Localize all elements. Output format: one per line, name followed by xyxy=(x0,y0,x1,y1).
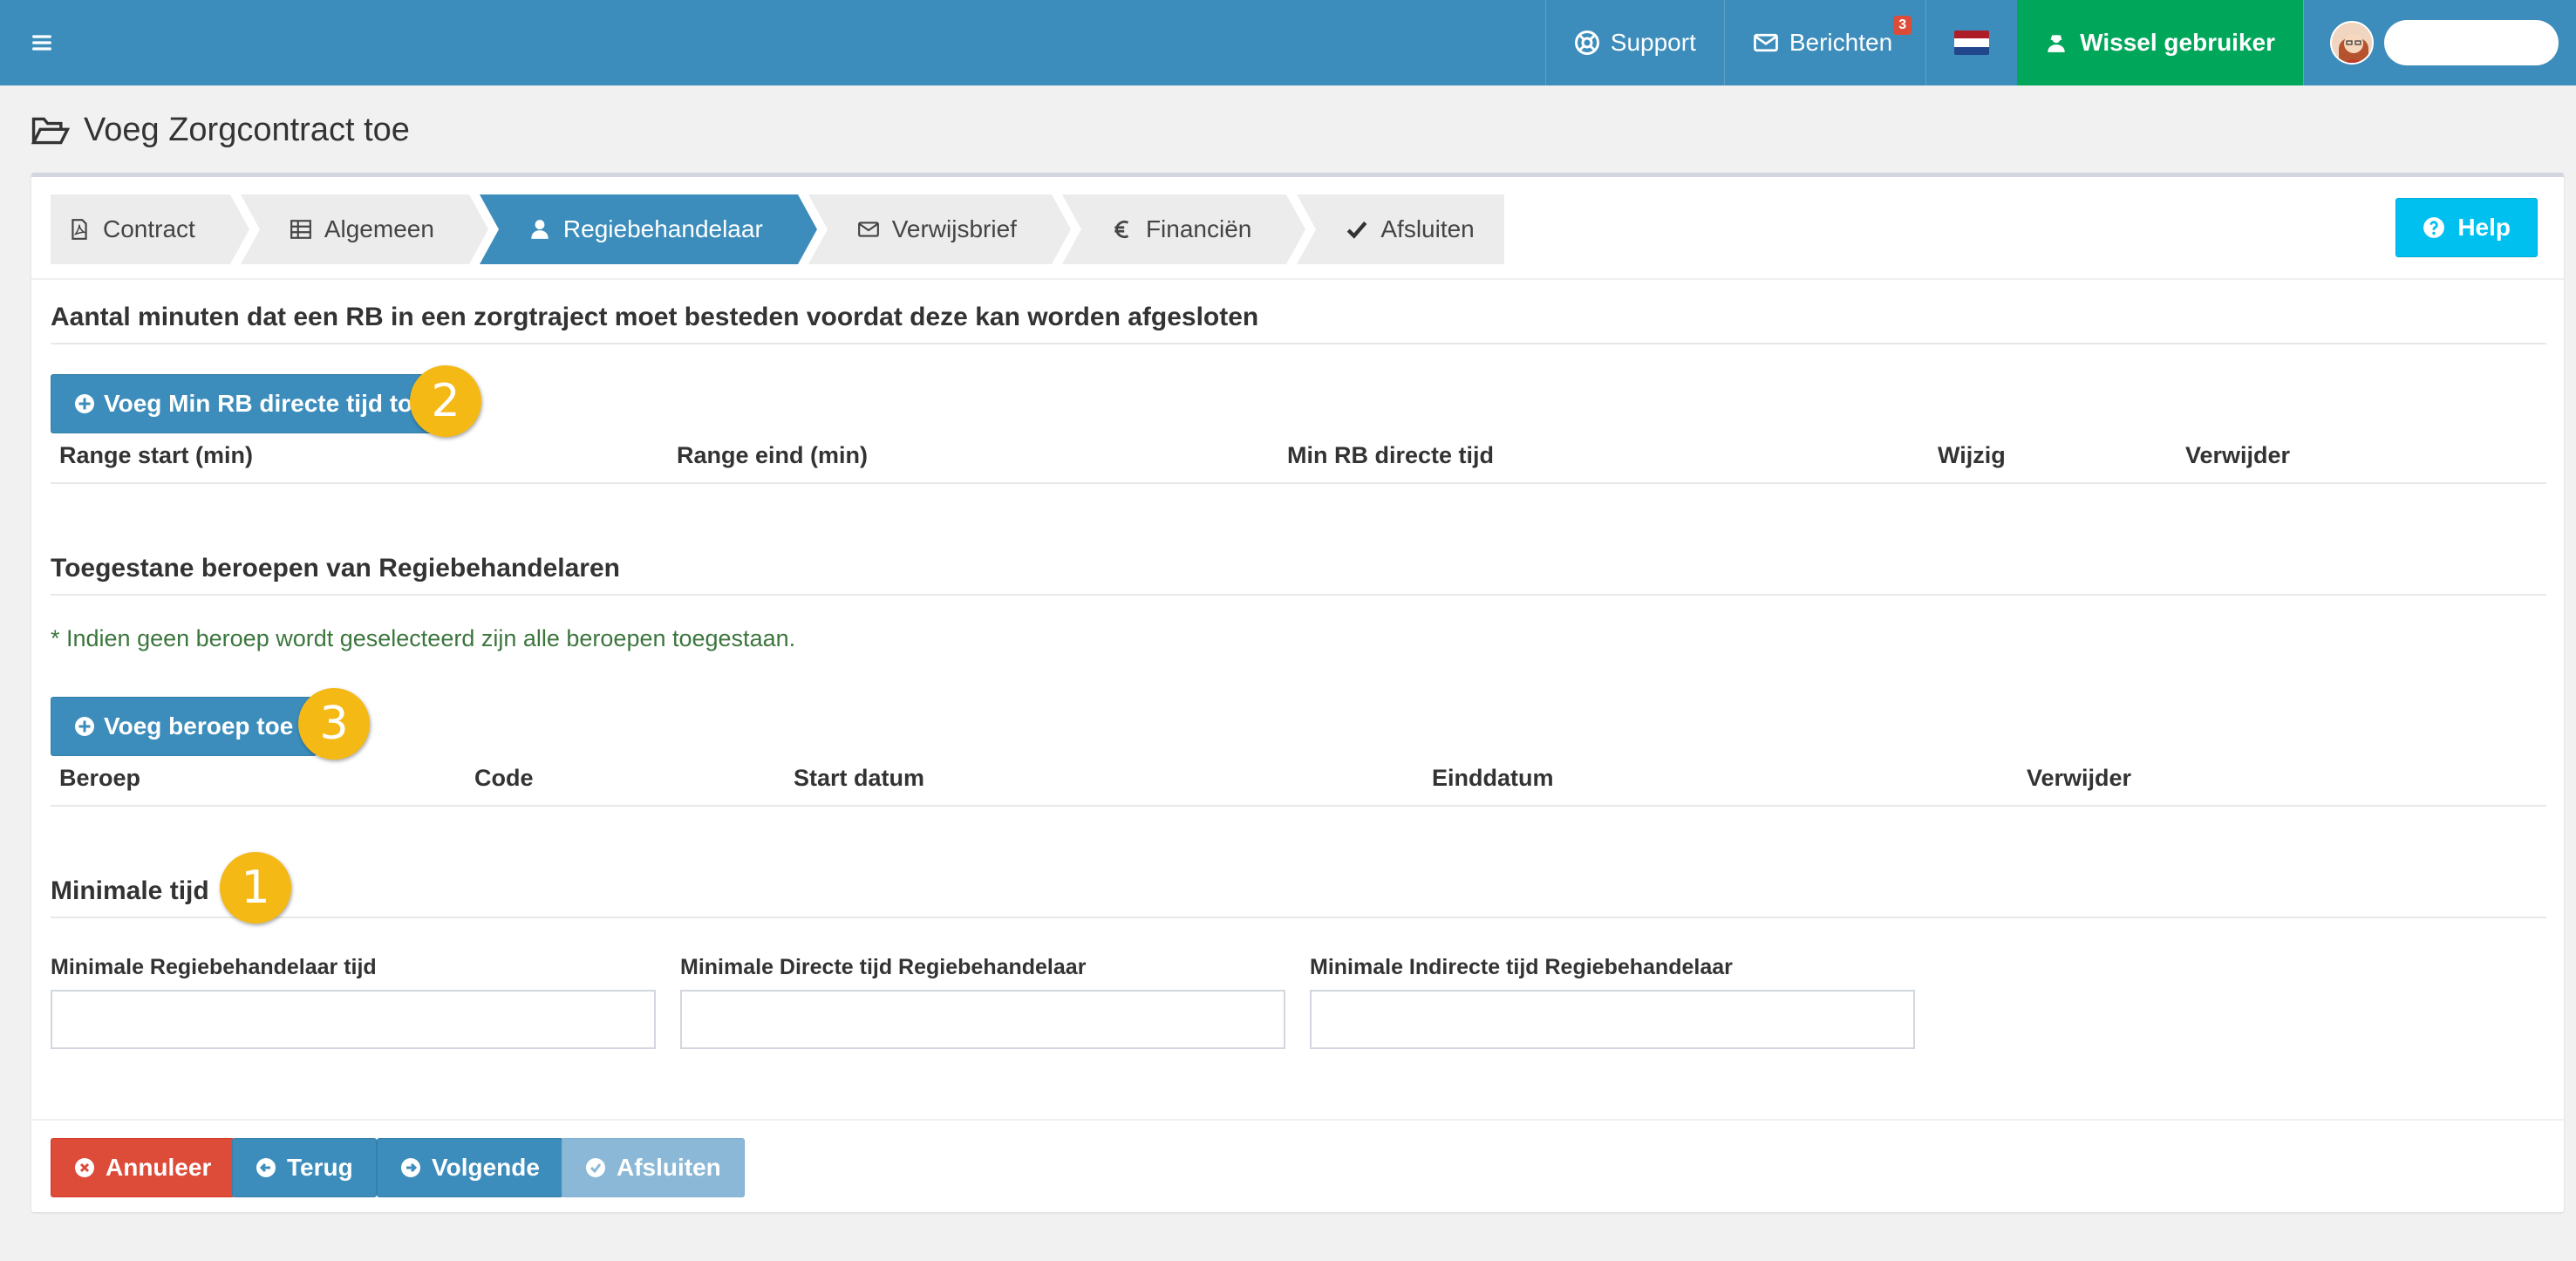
switch-user-label: Wissel gebruiker xyxy=(2080,29,2275,56)
messages-link[interactable]: Berichten 3 xyxy=(1723,0,1925,85)
add-min-rb-direct-time-label: Voeg Min RB directe tijd toe xyxy=(104,390,426,417)
euro-icon xyxy=(1114,220,1129,239)
min-direct-time-label: Minimale Directe tijd Regiebehandelaar xyxy=(680,955,1087,979)
tab-afsluiten[interactable]: Afsluiten xyxy=(1297,194,1504,264)
min-rb-time-input[interactable] xyxy=(51,990,656,1049)
user-icon xyxy=(531,220,549,239)
tab-verwijsbrief[interactable]: Verwijsbrief xyxy=(808,194,1072,264)
add-profession-button[interactable]: Voeg beroep toe xyxy=(51,697,317,756)
next-button[interactable]: Volgende xyxy=(377,1138,563,1197)
tab-verwijsbrief-label: Verwijsbrief xyxy=(891,215,1017,242)
minutes-section-title: Aantal minuten dat een RB in een zorgtra… xyxy=(51,303,2546,344)
tab-contract-label: Contract xyxy=(103,215,195,242)
folder-open-icon xyxy=(31,117,70,144)
page-header: Voeg Zorgcontract toe xyxy=(31,112,410,149)
check-icon xyxy=(1347,222,1367,239)
tab-algemeen-label: Algemeen xyxy=(324,215,434,242)
cancel-label: Annuleer xyxy=(106,1154,212,1181)
envelope-icon xyxy=(1753,33,1778,52)
wizard-steps: Contract Algemeen Regiebehandelaar Verwi… xyxy=(51,194,1504,264)
divider xyxy=(31,278,2564,280)
column-profession: Beroep xyxy=(59,765,141,791)
min-direct-time-input[interactable] xyxy=(680,990,1285,1049)
next-label: Volgende xyxy=(432,1154,540,1181)
sidebar-toggle-button[interactable] xyxy=(0,0,84,85)
column-range-end: Range eind (min) xyxy=(677,442,869,468)
footer-divider xyxy=(31,1119,2564,1121)
avatar xyxy=(2330,21,2374,65)
page-title: Voeg Zorgcontract toe xyxy=(84,112,410,148)
help-label: Help xyxy=(2457,214,2511,241)
help-button[interactable]: Help xyxy=(2395,198,2538,257)
column-start-date: Start datum xyxy=(794,765,925,791)
tab-regiebehandelaar-label: Regiebehandelaar xyxy=(562,215,763,242)
min-rb-time-label: Minimale Regiebehandelaar tijd xyxy=(51,955,377,979)
question-circle-icon xyxy=(2423,217,2445,238)
callout-badge-3: 3 xyxy=(298,688,370,760)
contract-form-box: Contract Algemeen Regiebehandelaar Verwi… xyxy=(31,173,2564,1212)
tab-financien-label: Financiën xyxy=(1145,215,1252,242)
plus-circle-icon xyxy=(75,717,94,736)
column-end-date: Einddatum xyxy=(1432,765,1554,791)
professions-hint: * Indien geen beroep wordt geselecteerd … xyxy=(51,625,796,651)
tab-financien[interactable]: Financiën xyxy=(1061,194,1306,264)
add-min-rb-direct-time-button[interactable]: Voeg Min RB directe tijd toe xyxy=(51,374,450,433)
column-edit: Wijzig xyxy=(1938,442,2006,468)
column-code: Code xyxy=(474,765,534,791)
arrow-circle-right-icon xyxy=(401,1158,420,1177)
callout-badge-2: 2 xyxy=(410,365,481,437)
user-menu[interactable] xyxy=(2303,0,2576,85)
support-link[interactable]: Support xyxy=(1544,0,1724,85)
switch-user-button[interactable]: Wissel gebruiker xyxy=(2017,0,2303,85)
arrow-circle-left-icon xyxy=(256,1158,276,1177)
username-redacted xyxy=(2384,20,2559,65)
lifebuoy-icon xyxy=(1574,31,1599,55)
plus-circle-icon xyxy=(75,394,94,413)
min-indirect-time-input[interactable] xyxy=(1310,990,1915,1049)
messages-count-badge: 3 xyxy=(1893,16,1912,35)
top-navbar: Support Berichten 3 Wissel gebruiker xyxy=(0,0,2576,85)
back-button[interactable]: Terug xyxy=(232,1138,377,1197)
min-indirect-time-label: Minimale Indirecte tijd Regiebehandelaar xyxy=(1310,955,1733,979)
check-circle-icon xyxy=(586,1158,605,1177)
back-label: Terug xyxy=(287,1154,353,1181)
table-icon xyxy=(290,220,311,239)
minutes-table-header: Range start (min) Range eind (min) Min R… xyxy=(51,435,2546,484)
pdf-file-icon xyxy=(72,219,87,240)
professions-table-header: Beroep Code Start datum Einddatum Verwij… xyxy=(51,758,2546,807)
callout-badge-1: 1 xyxy=(220,852,291,924)
tab-algemeen[interactable]: Algemeen xyxy=(240,194,489,264)
add-profession-label: Voeg beroep toe xyxy=(104,712,294,740)
cancel-button[interactable]: Annuleer xyxy=(51,1138,235,1197)
finish-button[interactable]: Afsluiten xyxy=(562,1138,745,1197)
professions-section-title: Toegestane beroepen van Regiebehandelare… xyxy=(51,554,2546,596)
column-range-start: Range start (min) xyxy=(59,442,254,468)
tab-afsluiten-label: Afsluiten xyxy=(1380,215,1475,242)
tab-regiebehandelaar[interactable]: Regiebehandelaar xyxy=(479,194,817,264)
column-delete: Verwijder xyxy=(2027,765,2132,791)
language-selector[interactable] xyxy=(1925,0,2017,85)
user-secret-icon xyxy=(2048,35,2065,52)
times-circle-icon xyxy=(75,1158,94,1177)
tab-contract[interactable]: Contract xyxy=(51,194,249,264)
dutch-flag-icon xyxy=(1954,31,1990,55)
messages-label: Berichten xyxy=(1789,29,1893,56)
finish-label: Afsluiten xyxy=(617,1154,721,1181)
hamburger-icon xyxy=(32,35,51,51)
min-time-section-title: Minimale tijd xyxy=(51,876,2546,918)
column-min-rb-direct-time: Min RB directe tijd xyxy=(1287,442,1495,468)
envelope-icon xyxy=(857,222,879,237)
column-delete: Verwijder xyxy=(2185,442,2291,468)
support-label: Support xyxy=(1610,29,1696,56)
